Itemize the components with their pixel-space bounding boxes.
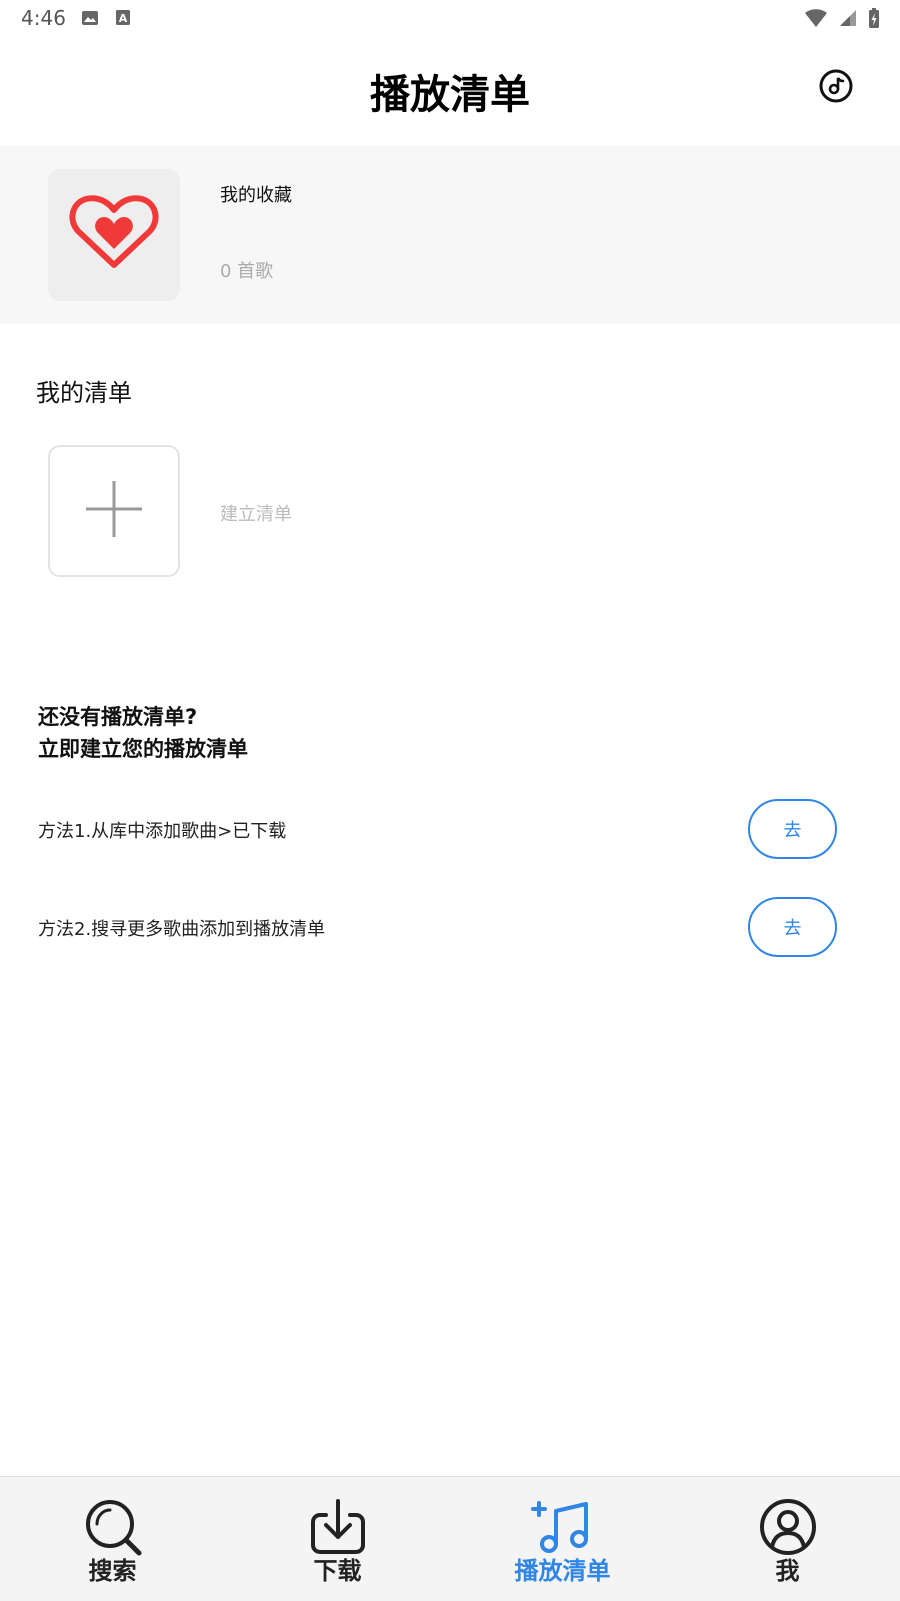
- battery-icon: [868, 7, 880, 33]
- method-1-text: 方法1.从库中添加歌曲>已下载: [38, 821, 287, 842]
- empty-hint-title: 还没有播放清单?: [38, 705, 198, 729]
- favorites-cover[interactable]: [48, 169, 180, 301]
- page-title: 播放清单: [370, 72, 530, 118]
- method-1-go-button[interactable]: 去: [748, 799, 837, 859]
- playlist-icon: [530, 1497, 595, 1557]
- nav-label-download: 下载: [313, 1557, 362, 1585]
- method-2-go-button[interactable]: 去: [748, 897, 837, 957]
- nav-label-search: 搜索: [88, 1557, 137, 1585]
- download-icon: [308, 1497, 368, 1557]
- music-disc-icon: [818, 68, 854, 108]
- nav-label-profile: 我: [775, 1557, 800, 1585]
- create-playlist-label[interactable]: 建立清单: [220, 500, 292, 526]
- signal-icon: [838, 8, 858, 32]
- nav-tab-profile[interactable]: 我: [675, 1477, 900, 1601]
- image-notification-icon: [81, 9, 99, 31]
- nav-label-playlist: 播放清单: [514, 1557, 611, 1585]
- font-notification-icon: A: [115, 9, 131, 31]
- nav-tab-download[interactable]: 下载: [225, 1477, 450, 1601]
- create-playlist-button[interactable]: [48, 445, 180, 577]
- nav-tab-search[interactable]: 搜索: [0, 1477, 225, 1601]
- favorites-title: 我的收藏: [220, 185, 292, 206]
- wifi-icon: [804, 8, 828, 32]
- method-2-text: 方法2.搜寻更多歌曲添加到播放清单: [38, 919, 326, 940]
- status-bar: 4:46 A: [0, 0, 900, 36]
- favorites-song-count: 0 首歌: [220, 261, 274, 282]
- svg-text:A: A: [119, 12, 128, 25]
- plus-icon: [84, 479, 144, 543]
- empty-hint-subtitle: 立即建立您的播放清单: [38, 737, 248, 761]
- search-icon: [83, 1497, 143, 1557]
- bottom-nav: 搜索 下载 播放清单 我: [0, 1476, 900, 1601]
- heart-icon: [68, 193, 160, 277]
- profile-icon: [758, 1497, 818, 1557]
- status-time: 4:46: [21, 6, 66, 30]
- music-disc-button[interactable]: [814, 66, 858, 110]
- nav-tab-playlist[interactable]: 播放清单: [450, 1477, 675, 1601]
- my-playlists-heading: 我的清单: [36, 379, 132, 407]
